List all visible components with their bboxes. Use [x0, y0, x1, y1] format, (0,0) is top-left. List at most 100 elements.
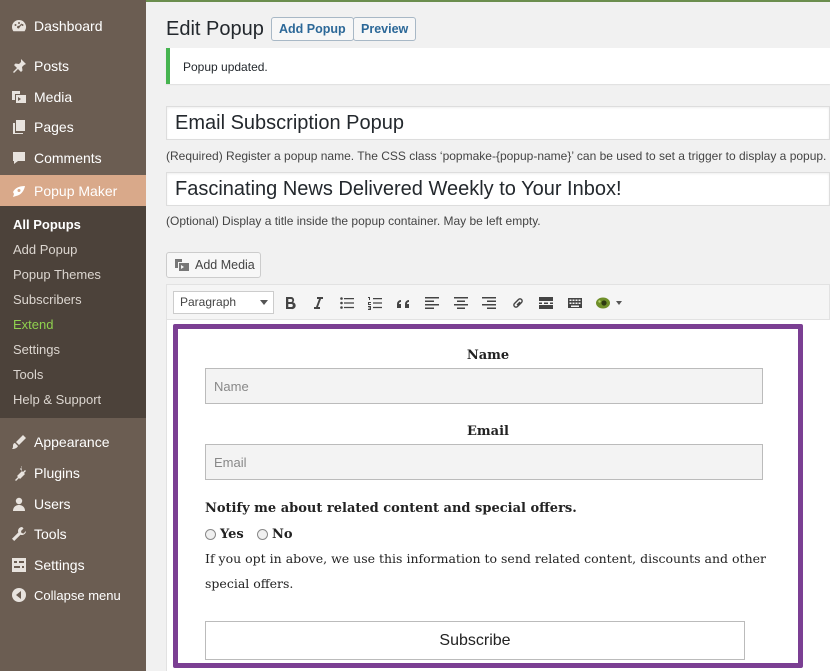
format-select-value: Paragraph: [180, 295, 237, 309]
popup-name-help: (Required) Register a popup name. The CS…: [166, 149, 827, 163]
submenu-settings[interactable]: Settings: [13, 342, 60, 357]
admin-sidebar: Dashboard Posts Media Pages Comments Pop…: [0, 0, 146, 671]
radio-no[interactable]: No: [257, 527, 293, 542]
link-icon: [513, 298, 523, 308]
quote-icon: [397, 300, 409, 308]
consent-note-line-1: If you opt in above, we use this informa…: [205, 551, 766, 566]
notify-question: Notify me about related content and spec…: [205, 501, 577, 516]
sidebar-item-appearance[interactable]: Appearance: [0, 427, 146, 457]
page-title: Edit Popup: [166, 18, 264, 40]
collapse-icon: [10, 586, 28, 604]
preview-button[interactable]: Preview: [353, 17, 417, 41]
plugins-icon: [10, 464, 28, 482]
align-left-button[interactable]: [423, 294, 441, 312]
appearance-icon: [10, 433, 28, 451]
editor-content-area[interactable]: Name Name Email Email Notify me about re…: [166, 320, 830, 671]
read-more-button[interactable]: [537, 294, 555, 312]
submenu-extend[interactable]: Extend: [13, 317, 53, 332]
sidebar-item-tools[interactable]: Tools: [0, 519, 146, 549]
subscription-form-preview: Name Name Email Email Notify me about re…: [173, 324, 803, 668]
numbered-list-icon: [368, 297, 382, 310]
comments-icon: [10, 149, 28, 167]
sidebar-item-users[interactable]: Users: [0, 489, 146, 519]
submenu-subscribers[interactable]: Subscribers: [13, 292, 82, 307]
align-left-icon: [425, 297, 439, 309]
sidebar-item-label: Collapse menu: [34, 587, 121, 603]
submenu-tools[interactable]: Tools: [13, 367, 43, 382]
submenu-all-popups[interactable]: All Popups: [13, 217, 81, 232]
keyboard-icon: [568, 298, 582, 308]
sidebar-item-plugins[interactable]: Plugins: [0, 458, 146, 488]
bold-icon: [286, 296, 296, 310]
pin-icon: [10, 57, 28, 75]
submenu-add-popup[interactable]: Add Popup: [13, 242, 77, 257]
main-content: Edit Popup Add Popup Preview Popup updat…: [146, 2, 830, 671]
bullet-list-icon: [340, 297, 354, 309]
read-more-icon: [539, 297, 553, 309]
popup-maker-shortcode-icon: [596, 297, 622, 309]
sidebar-item-label: Media: [34, 89, 73, 105]
update-notice: Popup updated.: [166, 48, 830, 84]
radio-circle: [205, 529, 216, 540]
radio-circle: [257, 529, 268, 540]
radio-yes-label: Yes: [220, 527, 244, 542]
subscribe-button[interactable]: Subscribe: [205, 621, 745, 660]
name-label: Name: [466, 348, 510, 363]
bold-button[interactable]: [281, 294, 299, 312]
add-popup-button[interactable]: Add Popup: [271, 17, 354, 41]
align-center-icon: [454, 297, 468, 309]
sidebar-item-label: Comments: [34, 150, 102, 166]
radio-yes[interactable]: Yes: [205, 527, 244, 542]
collapse-menu-button[interactable]: Collapse menu: [0, 580, 146, 610]
popup-title-input[interactable]: Fascinating News Delivered Weekly to You…: [166, 172, 830, 206]
sidebar-item-pages[interactable]: Pages: [0, 112, 146, 142]
add-media-icon: [174, 257, 190, 273]
sidebar-item-label: Dashboard: [34, 18, 103, 34]
sidebar-item-label: Users: [34, 496, 71, 512]
wrench-icon: [10, 525, 28, 543]
sidebar-item-label: Popup Maker: [34, 182, 118, 199]
blockquote-button[interactable]: [395, 294, 413, 312]
name-field[interactable]: Name: [205, 368, 763, 404]
toolbar-toggle-button[interactable]: [566, 294, 584, 312]
sidebar-item-posts[interactable]: Posts: [0, 51, 146, 81]
sidebar-item-label: Settings: [34, 557, 85, 573]
consent-note-line-2: special offers.: [205, 576, 294, 591]
submenu-popup-themes[interactable]: Popup Themes: [13, 267, 101, 282]
radio-no-label: No: [272, 527, 293, 542]
dashboard-icon: [10, 17, 28, 35]
popup-maker-shortcode-button[interactable]: [595, 294, 625, 312]
sidebar-item-label: Appearance: [34, 434, 110, 450]
popup-name-input[interactable]: Email Subscription Popup: [166, 106, 830, 140]
submenu-help-support[interactable]: Help & Support: [13, 392, 101, 407]
sidebar-item-label: Pages: [34, 119, 74, 135]
italic-button[interactable]: [309, 294, 327, 312]
format-select[interactable]: Paragraph: [173, 291, 274, 314]
align-right-icon: [482, 297, 496, 309]
bullet-list-button[interactable]: [338, 294, 356, 312]
sidebar-item-comments[interactable]: Comments: [0, 143, 146, 173]
users-icon: [10, 495, 28, 513]
italic-icon: [314, 297, 323, 309]
link-button[interactable]: [509, 294, 527, 312]
notice-text: Popup updated.: [183, 60, 268, 74]
email-label: Email: [467, 424, 509, 439]
sidebar-item-dashboard[interactable]: Dashboard: [0, 11, 146, 41]
sidebar-item-settings[interactable]: Settings: [0, 550, 146, 580]
sidebar-item-label: Posts: [34, 58, 70, 74]
numbered-list-button[interactable]: [366, 294, 384, 312]
align-right-button[interactable]: [480, 294, 498, 312]
sidebar-item-media[interactable]: Media: [0, 82, 146, 112]
align-center-button[interactable]: [452, 294, 470, 312]
sidebar-item-label: Tools: [34, 526, 67, 542]
add-media-button[interactable]: Add Media: [166, 252, 261, 278]
email-field[interactable]: Email: [205, 444, 763, 480]
settings-icon: [10, 556, 28, 574]
pages-icon: [10, 118, 28, 136]
add-media-label: Add Media: [195, 258, 255, 272]
popup-title-help: (Optional) Display a title inside the po…: [166, 214, 541, 228]
popup-maker-icon: [10, 182, 28, 200]
sidebar-item-label: Plugins: [34, 465, 80, 481]
chevron-down-icon: [260, 300, 268, 305]
sidebar-item-popup-maker[interactable]: Popup Maker: [0, 175, 146, 206]
